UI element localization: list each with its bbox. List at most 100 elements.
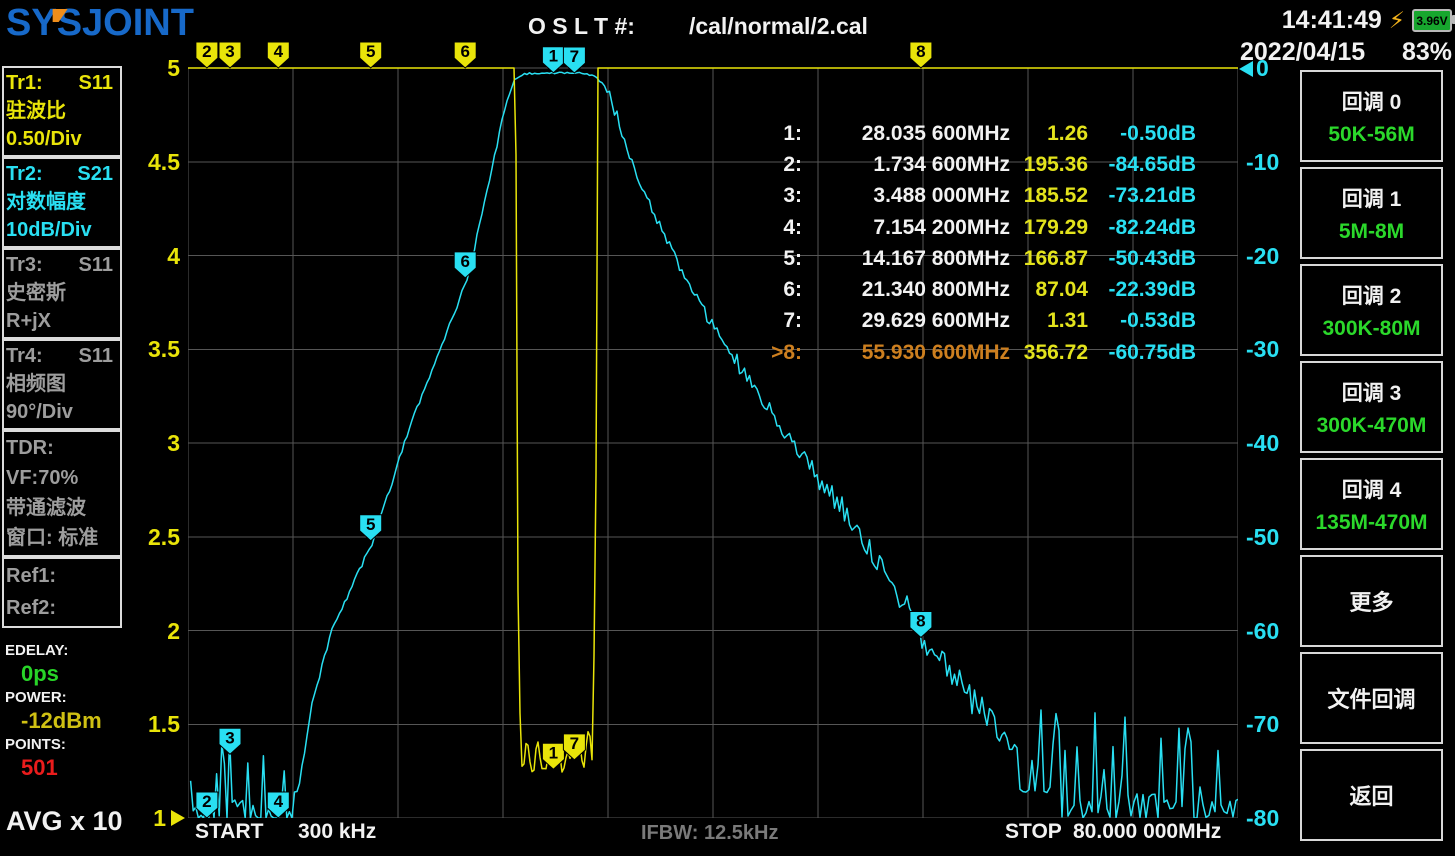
tdr-box[interactable]: TDR:VF:70%带通滤波窗口: 标准 — [2, 430, 122, 557]
trace-detail: 对数幅度 — [6, 188, 118, 216]
marker-6-s21-icon[interactable]: 6 — [454, 252, 476, 278]
stop-value: 80.000 000MHz — [1073, 820, 1221, 844]
marker-val: 1.26 — [1010, 122, 1088, 146]
menu-button-title: 返回 — [1349, 779, 1393, 811]
calibration-status[interactable]: O S L T #: /cal/normal/2.cal — [528, 13, 868, 40]
left-axis-tick: 1.5 — [132, 712, 180, 736]
marker-3-swr-icon[interactable]: 3 — [219, 42, 241, 68]
marker-row: 3:3.488 000MHz185.52-73.21dB — [740, 181, 1196, 212]
trace-title: Tr4:S11 — [6, 342, 118, 370]
edelay-label: EDELAY: — [5, 640, 135, 661]
brand-logo-text: SYSJOINT — [6, 2, 194, 44]
averaging-indicator: AVG x 10 — [6, 806, 123, 837]
marker-row: 7:29.629 600MHz1.31-0.53dB — [740, 306, 1196, 337]
marker-db: -84.65dB — [1088, 153, 1196, 177]
svg-text:2: 2 — [202, 42, 211, 61]
marker-freq: 7.154 200MHz — [802, 216, 1010, 240]
menu-button-8[interactable]: 返回 — [1300, 749, 1443, 841]
status-block: 14:41:49 ⚡ 3.96V 2022/04/15 83% — [1238, 6, 1452, 67]
battery-percent: 83% — [1402, 38, 1452, 67]
marker-freq: 55.930 600MHz — [802, 341, 1010, 365]
marker-val: 179.29 — [1010, 216, 1088, 240]
marker-num: 5: — [740, 247, 802, 271]
trace-detail: 0.50/Div — [6, 125, 118, 153]
start-label: START — [195, 820, 263, 844]
marker-row: >8:55.930 600MHz356.72-60.75dB — [740, 337, 1196, 368]
marker-val: 166.87 — [1010, 247, 1088, 271]
battery-voltage: 3.96V — [1416, 14, 1447, 28]
svg-text:6: 6 — [460, 252, 469, 271]
marker-val: 185.52 — [1010, 184, 1088, 208]
ref-box[interactable]: Ref1:Ref2: — [2, 557, 122, 628]
marker-db: -60.75dB — [1088, 341, 1196, 365]
ref-detail: Ref1: — [6, 560, 118, 592]
menu-button-2[interactable]: 回调 15M-8M — [1300, 167, 1443, 259]
points-value: 501 — [5, 755, 135, 781]
marker-freq: 28.035 600MHz — [802, 122, 1010, 146]
menu-button-title: 更多 — [1349, 585, 1393, 617]
marker-7-s21-icon[interactable]: 7 — [563, 47, 585, 73]
trace-box-tr1[interactable]: Tr1:S11驻波比0.50/Div — [2, 66, 122, 157]
marker-db: -73.21dB — [1088, 184, 1196, 208]
marker-6-swr-icon[interactable]: 6 — [454, 42, 476, 68]
marker-db: -22.39dB — [1088, 278, 1196, 302]
marker-row: 2:1.734 600MHz195.36-84.65dB — [740, 149, 1196, 180]
clock: 14:41:49 — [1282, 6, 1382, 35]
tdr-detail: 带通滤波 — [6, 493, 118, 523]
marker-num: >8: — [740, 341, 802, 365]
trace-sidebar: Tr1:S11驻波比0.50/DivTr2:S21对数幅度10dB/DivTr3… — [2, 66, 122, 628]
marker-freq: 29.629 600MHz — [802, 309, 1010, 333]
marker-row: 6:21.340 800MHz87.04-22.39dB — [740, 274, 1196, 305]
ref-detail: Ref2: — [6, 592, 118, 624]
menu-button-1[interactable]: 回调 050K-56M — [1300, 70, 1443, 162]
right-axis-tick: -40 — [1246, 431, 1279, 455]
menu-button-5[interactable]: 回调 4135M-470M — [1300, 458, 1443, 550]
battery-icon: 3.96V — [1412, 9, 1452, 32]
marker-num: 2: — [740, 153, 802, 177]
right-axis-tick: -60 — [1246, 619, 1279, 643]
menu-button-3[interactable]: 回调 2300K-80M — [1300, 264, 1443, 356]
menu-button-4[interactable]: 回调 3300K-470M — [1300, 361, 1443, 453]
marker-db: -82.24dB — [1088, 216, 1196, 240]
trace-box-tr2[interactable]: Tr2:S21对数幅度10dB/Div — [2, 157, 122, 248]
power-value: -12dBm — [5, 708, 135, 734]
marker-db: -0.53dB — [1088, 309, 1196, 333]
marker-val: 195.36 — [1010, 153, 1088, 177]
marker-num: 6: — [740, 278, 802, 302]
trace2-ref-arrow — [1239, 61, 1253, 77]
marker-8-s21-icon[interactable]: 8 — [910, 612, 932, 638]
cal-type-label: O S L T #: — [528, 13, 635, 40]
trace-box-tr3[interactable]: Tr3:S11史密斯R+jX — [2, 248, 122, 339]
marker-freq: 1.734 600MHz — [802, 153, 1010, 177]
right-axis-tick: 0 — [1256, 56, 1269, 80]
menu-button-range: 300K-470M — [1317, 414, 1427, 438]
points-label: POINTS: — [5, 734, 135, 755]
left-axis-tick: 2 — [132, 619, 180, 643]
svg-text:2: 2 — [202, 792, 211, 811]
marker-val: 1.31 — [1010, 309, 1088, 333]
trace-detail: 史密斯 — [6, 279, 118, 307]
menu-button-title: 回调 4 — [1342, 474, 1402, 504]
marker-8-swr-icon[interactable]: 8 — [910, 42, 932, 68]
menu-button-title: 回调 2 — [1342, 280, 1402, 310]
marker-1-s21-icon[interactable]: 1 — [542, 47, 564, 73]
svg-text:1: 1 — [549, 47, 558, 66]
ifbw-value: IFBW: 12.5kHz — [641, 822, 778, 845]
marker-2-swr-icon[interactable]: 2 — [196, 42, 218, 68]
menu-button-title: 文件回调 — [1327, 682, 1415, 714]
marker-4-swr-icon[interactable]: 4 — [267, 42, 289, 68]
marker-5-swr-icon[interactable]: 5 — [360, 42, 382, 68]
left-axis-tick: 4.5 — [132, 150, 180, 174]
trace-detail: 10dB/Div — [6, 216, 118, 244]
trace1-ref-arrow — [171, 810, 185, 826]
right-axis-tick: -30 — [1246, 337, 1279, 361]
trace-box-tr4[interactable]: Tr4:S11相频图90°/Div — [2, 339, 122, 430]
svg-text:5: 5 — [366, 515, 375, 534]
menu-button-6[interactable]: 更多 — [1300, 555, 1443, 647]
right-axis-tick: -10 — [1246, 150, 1279, 174]
left-axis-tick: 5 — [132, 56, 180, 80]
menu-button-7[interactable]: 文件回调 — [1300, 652, 1443, 744]
svg-text:4: 4 — [274, 792, 284, 811]
vna-screen: SYSJOINT O S L T #: /cal/normal/2.cal 14… — [0, 0, 1455, 856]
marker-row: 4:7.154 200MHz179.29-82.24dB — [740, 212, 1196, 243]
